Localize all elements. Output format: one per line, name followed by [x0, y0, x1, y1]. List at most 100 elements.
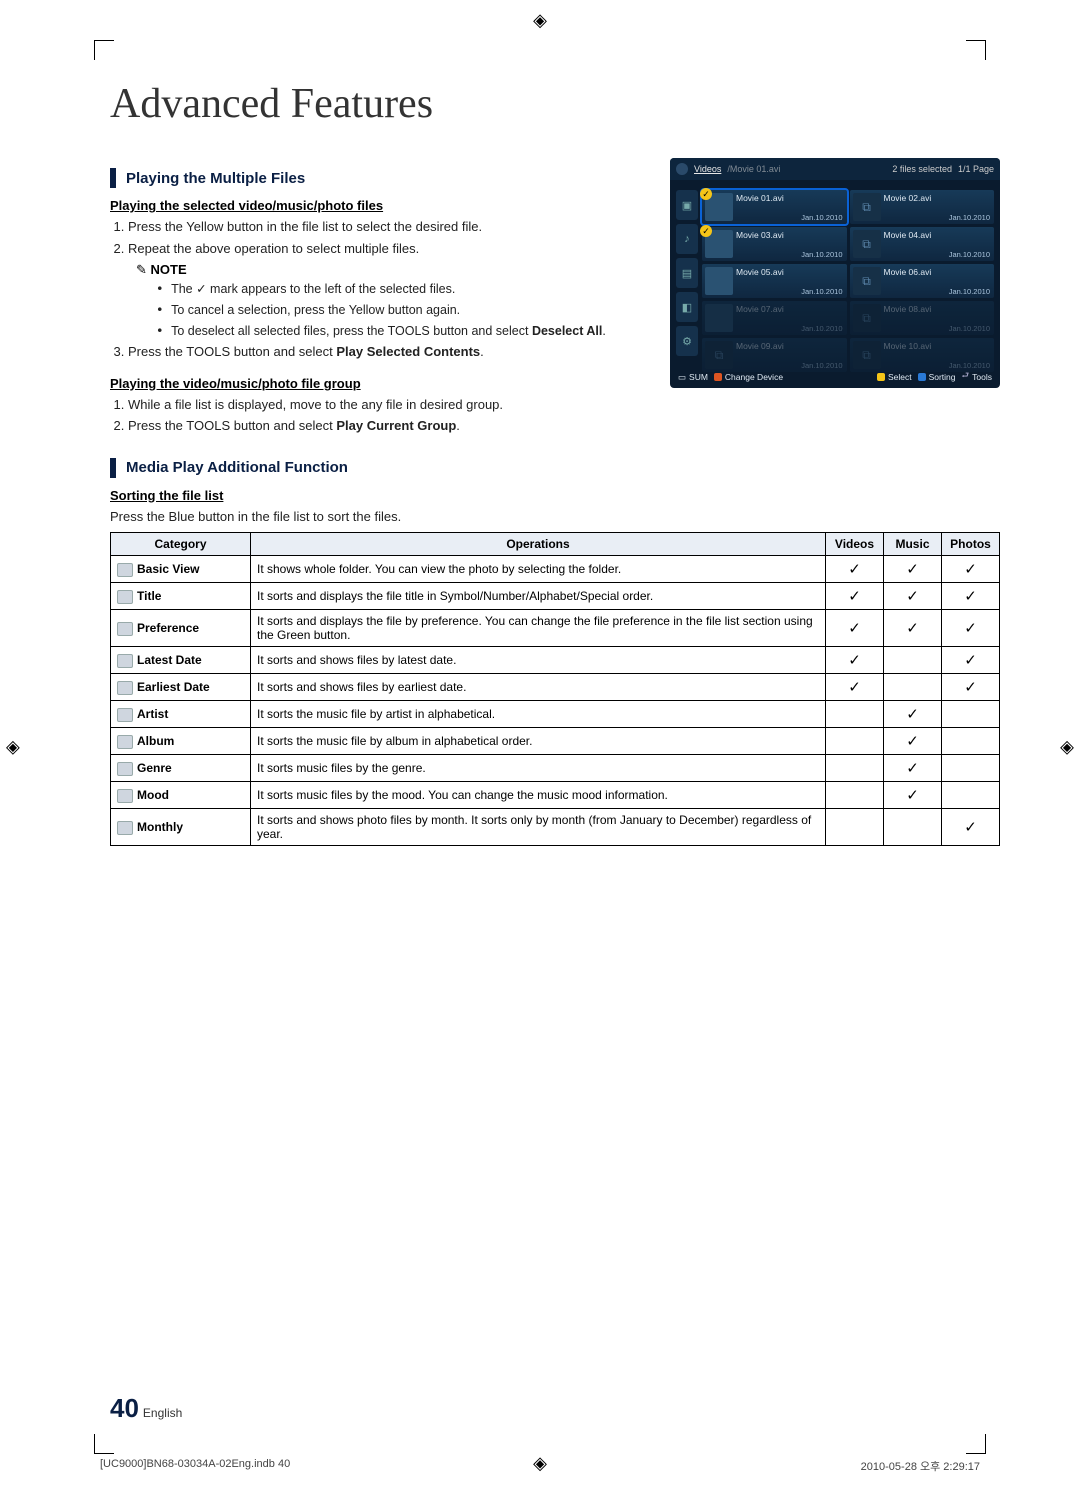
file-tile[interactable]: ⧉Movie 08.aviJan.10.2010 [850, 301, 995, 335]
category-icon [117, 563, 133, 577]
rail-icon: ♪ [676, 224, 698, 254]
page-indicator: 1/1 Page [958, 164, 994, 174]
file-tile[interactable]: Movie 03.aviJan.10.2010 [702, 227, 847, 261]
file-date: Jan.10.2010 [736, 361, 843, 370]
operations-cell: It sorts and shows files by earliest dat… [251, 674, 826, 701]
category-icon [117, 590, 133, 604]
col-videos: Videos [826, 533, 884, 556]
file-name: Movie 08.avi [884, 304, 991, 314]
footer-sorting: Sorting [918, 372, 956, 382]
check-icon: ✓ [196, 282, 206, 296]
note-item: To cancel a selection, press the Yellow … [156, 301, 650, 320]
category-icon [117, 789, 133, 803]
file-tile[interactable]: Movie 01.aviJan.10.2010 [702, 190, 847, 224]
file-tile[interactable]: Movie 05.aviJan.10.2010 [702, 264, 847, 298]
file-date: Jan.10.2010 [884, 287, 991, 296]
check-icon: ✓ [884, 610, 942, 647]
operations-cell: It sorts and shows photo files by month.… [251, 809, 826, 846]
step: Press the TOOLS button and select Play C… [128, 416, 650, 436]
check-icon: ✓ [826, 583, 884, 610]
check-icon: ✓ [884, 728, 942, 755]
thumbnail [705, 267, 733, 295]
category-cell: Latest Date [111, 647, 251, 674]
crop-mark [94, 1434, 114, 1454]
table-row: PreferenceIt sorts and displays the file… [111, 610, 1000, 647]
footer-file: [UC9000]BN68-03034A-02Eng.indb 40 [100, 1458, 290, 1474]
page-title: Advanced Features [110, 80, 1000, 128]
footer-timestamp: 2010-05-28 오후 2:29:17 [861, 1458, 980, 1474]
rail-icon: ⚙ [676, 326, 698, 356]
category-cell: Genre [111, 755, 251, 782]
file-date: Jan.10.2010 [884, 213, 991, 222]
check-icon: ✓ [826, 556, 884, 583]
rail-icon: ▤ [676, 258, 698, 288]
registration-mark-icon: ◈ [6, 737, 20, 758]
section-header: Playing the Multiple Files [126, 170, 305, 187]
thumbnail: ⧉ [705, 341, 733, 369]
category-cell: Preference [111, 610, 251, 647]
category-cell: Mood [111, 782, 251, 809]
file-tile[interactable]: ⧉Movie 09.avi Jan.10.2010 [702, 338, 847, 372]
file-name: Movie 09.avi [736, 341, 843, 351]
file-date: Jan.10.2010 [884, 361, 991, 370]
section-additional-function: Media Play Additional Function [110, 458, 1000, 478]
file-tile[interactable]: ⧉Movie 06.aviJan.10.2010 [850, 264, 995, 298]
category-cell: Basic View [111, 556, 251, 583]
operations-cell: It sorts music files by the mood. You ca… [251, 782, 826, 809]
file-name: Movie 04.avi [884, 230, 991, 240]
thumbnail: ⧉ [853, 341, 881, 369]
check-icon: ✓ [942, 556, 1000, 583]
category-cell: Earliest Date [111, 674, 251, 701]
screenshot-videos-list: Videos /Movie 01.avi 2 files selected 1/… [670, 158, 1000, 388]
table-row: Latest DateIt sorts and shows files by l… [111, 647, 1000, 674]
table-row: TitleIt sorts and displays the file titl… [111, 583, 1000, 610]
file-date: Jan.10.2010 [736, 287, 843, 296]
thumbnail: ⧉ [853, 193, 881, 221]
footer-select: Select [877, 372, 912, 382]
note-item: The ✓ mark appears to the left of the se… [156, 280, 650, 299]
operations-cell: It sorts and displays the file title in … [251, 583, 826, 610]
file-date: Jan.10.2010 [884, 250, 991, 259]
col-music: Music [884, 533, 942, 556]
file-tile[interactable]: ⧉Movie 04.aviJan.10.2010 [850, 227, 995, 261]
rail-icon: ▣ [676, 190, 698, 220]
check-icon: ✓ [942, 610, 1000, 647]
file-name: Movie 07.avi [736, 304, 843, 314]
category-cell: Title [111, 583, 251, 610]
file-tile[interactable]: ⧉Movie 10.aviJan.10.2010 [850, 338, 995, 372]
category-rail: ▣ ♪ ▤ ◧ ⚙ [676, 190, 698, 368]
section-playing-multiple: Playing the Multiple Files [110, 168, 650, 188]
check-icon: ✓ [884, 755, 942, 782]
check-icon: ✓ [942, 809, 1000, 846]
col-operations: Operations [251, 533, 826, 556]
file-name: Movie 02.avi [884, 193, 991, 203]
table-row: ArtistIt sorts the music file by artist … [111, 701, 1000, 728]
category-icon [117, 821, 133, 835]
note-item: To deselect all selected files, press th… [156, 322, 650, 341]
category-cell: Artist [111, 701, 251, 728]
operations-cell: It sorts and shows files by latest date. [251, 647, 826, 674]
breadcrumb-path: /Movie 01.avi [727, 164, 780, 174]
step: Press the TOOLS button and select Play S… [128, 342, 650, 362]
thumbnail: ⧉ [853, 304, 881, 332]
subhead-selected-files: Playing the selected video/music/photo f… [110, 198, 650, 213]
file-tile[interactable]: Movie 07.aviJan.10.2010 [702, 301, 847, 335]
check-icon: ✓ [826, 610, 884, 647]
table-row: GenreIt sorts music files by the genre.✓ [111, 755, 1000, 782]
step: Press the Yellow button in the file list… [128, 217, 650, 237]
step: While a file list is displayed, move to … [128, 395, 650, 415]
footer-tools: ⮐Tools [962, 370, 993, 384]
table-row: MonthlyIt sorts and shows photo files by… [111, 809, 1000, 846]
thumbnail [705, 230, 733, 258]
subhead-file-group: Playing the video/music/photo file group [110, 376, 650, 391]
operations-cell: It sorts the music file by artist in alp… [251, 701, 826, 728]
breadcrumb-videos: Videos [694, 164, 721, 174]
check-icon: ✓ [826, 674, 884, 701]
check-icon: ✓ [884, 583, 942, 610]
file-name: Movie 03.avi [736, 230, 843, 240]
check-icon: ✓ [942, 583, 1000, 610]
operations-cell: It sorts the music file by album in alph… [251, 728, 826, 755]
file-name: Movie 01.avi [736, 193, 843, 203]
check-icon: ✓ [884, 556, 942, 583]
file-tile[interactable]: ⧉Movie 02.avi Jan.10.2010 [850, 190, 995, 224]
